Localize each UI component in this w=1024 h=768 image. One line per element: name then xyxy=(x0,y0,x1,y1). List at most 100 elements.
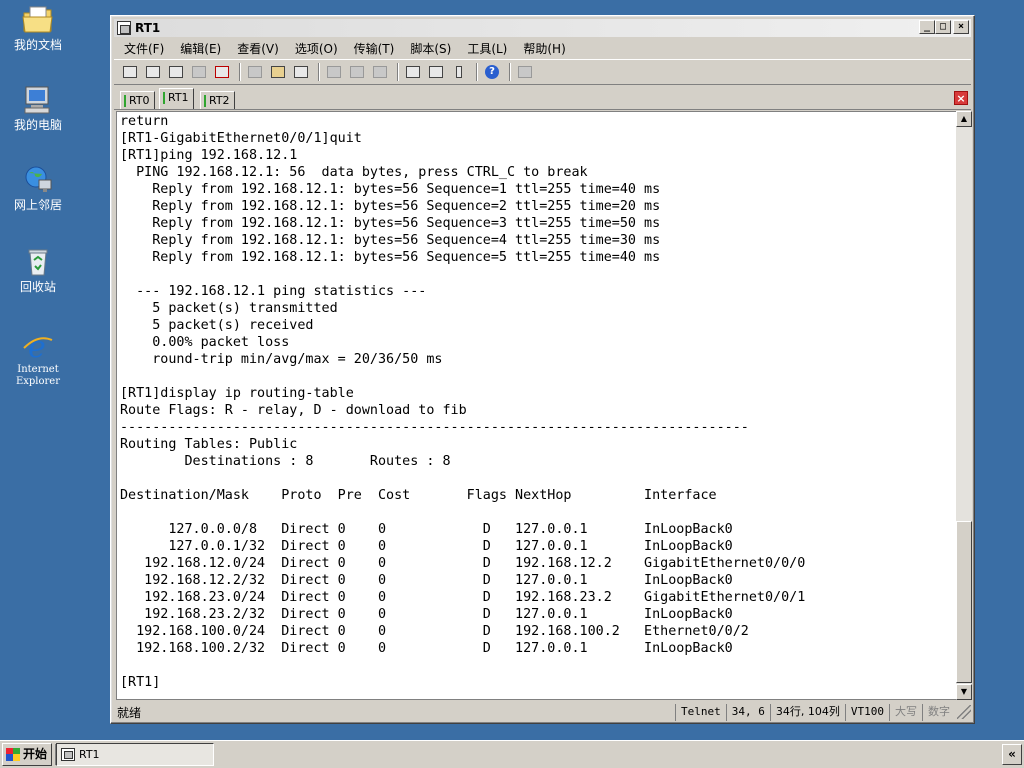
terminal-line: 192.168.100.2/32 Direct 0 0 D 127.0.0.1 … xyxy=(120,641,733,656)
help-icon[interactable]: ? xyxy=(482,63,502,81)
copy-icon[interactable] xyxy=(245,63,265,81)
status-size: 34行, 104列 xyxy=(769,703,845,721)
paste-icon[interactable] xyxy=(268,63,288,81)
start-label: 开始 xyxy=(23,747,48,761)
terminal-line: 192.168.23.0/24 Direct 0 0 D 192.168.23.… xyxy=(120,590,806,605)
desktop-icon-label-line1: Internet xyxy=(17,364,59,375)
connect-tab-icon[interactable] xyxy=(166,63,186,81)
menu-options[interactable]: 选项(O) xyxy=(295,40,338,57)
start-button[interactable]: 开始 xyxy=(2,743,52,766)
desktop-icon-my-computer[interactable]: 我的电脑 xyxy=(4,84,72,132)
disconnect-icon[interactable] xyxy=(212,63,232,81)
quick-connect-icon[interactable] xyxy=(143,63,163,81)
desktop-icon-network[interactable]: 网上邻居 xyxy=(4,164,72,212)
minimize-button[interactable]: _ xyxy=(919,20,935,34)
tab-rt2[interactable]: RT2 xyxy=(200,91,235,109)
taskbar-item-rt1[interactable]: RT1 xyxy=(56,743,214,766)
tray-expand-button[interactable]: « xyxy=(1002,744,1022,765)
close-tab-icon[interactable]: × xyxy=(954,91,968,105)
terminal-line: 192.168.23.2/32 Direct 0 0 D 127.0.0.1 I… xyxy=(120,607,733,622)
menu-tools[interactable]: 工具(L) xyxy=(467,40,507,57)
terminal-line: [RT1-GigabitEthernet0/0/1]quit xyxy=(120,131,362,146)
tab-label: RT1 xyxy=(168,91,189,104)
session-options-icon[interactable] xyxy=(403,63,423,81)
terminal-line: Reply from 192.168.12.1: bytes=56 Sequen… xyxy=(120,250,661,265)
status-caps: 大写 xyxy=(889,703,922,721)
menu-view[interactable]: 查看(V) xyxy=(237,40,279,57)
desktop-icon-internet-explorer[interactable]: e Internet Explorer xyxy=(4,330,72,388)
computer-icon xyxy=(21,84,55,116)
terminal-line: 127.0.0.1/32 Direct 0 0 D 127.0.0.1 InLo… xyxy=(120,539,733,554)
toolbar-separator xyxy=(509,63,511,81)
toolbar-separator xyxy=(397,63,399,81)
terminal-line: Reply from 192.168.12.1: bytes=56 Sequen… xyxy=(120,182,661,197)
desktop-icon-label: 我的文档 xyxy=(13,38,62,52)
status-bar: 就绪 Telnet 34, 6 34行, 104列 VT100 大写 数字 xyxy=(114,702,971,722)
terminal-line: return xyxy=(120,114,169,129)
terminal-app-icon xyxy=(61,748,75,761)
desktop-icon-recycle-bin[interactable]: 回收站 xyxy=(4,246,72,294)
window-titlebar[interactable]: RT1 _ □ × xyxy=(114,19,971,37)
sftp-icon[interactable] xyxy=(515,63,535,81)
toolbar-separator xyxy=(318,63,320,81)
terminal-line: 192.168.12.2/32 Direct 0 0 D 127.0.0.1 I… xyxy=(120,573,733,588)
print-setup-icon[interactable] xyxy=(347,63,367,81)
vertical-scrollbar[interactable]: ▲ ▼ xyxy=(956,111,972,700)
menu-file[interactable]: 文件(F) xyxy=(124,40,164,57)
desktop-icon-label: 网上邻居 xyxy=(13,198,62,212)
menu-edit[interactable]: 编辑(E) xyxy=(180,40,221,57)
tab-label: RT2 xyxy=(209,94,230,107)
print-screen-icon[interactable] xyxy=(370,63,390,81)
tab-label: RT0 xyxy=(129,94,150,107)
terminal-line: Reply from 192.168.12.1: bytes=56 Sequen… xyxy=(120,233,661,248)
toolbar-separator xyxy=(239,63,241,81)
internet-explorer-icon: e xyxy=(21,330,55,365)
menu-help[interactable]: 帮助(H) xyxy=(523,40,565,57)
connect-icon[interactable] xyxy=(120,63,140,81)
taskbar-item-label: RT1 xyxy=(79,748,100,761)
terminal-output[interactable]: return [RT1-GigabitEthernet0/0/1]quit [RT1… xyxy=(116,111,956,700)
tab-rt0[interactable]: RT0 xyxy=(120,91,155,109)
terminal-line: Reply from 192.168.12.1: bytes=56 Sequen… xyxy=(120,216,661,231)
svg-text:e: e xyxy=(28,330,46,362)
scroll-thumb[interactable] xyxy=(956,521,972,683)
menu-script[interactable]: 脚本(S) xyxy=(410,40,451,57)
global-options-icon[interactable] xyxy=(426,63,446,81)
terminal-line: round-trip min/avg/max = 20/36/50 ms xyxy=(120,352,443,367)
desktop-icon-label-line2: Explorer xyxy=(15,376,61,387)
scroll-up-arrow-icon[interactable]: ▲ xyxy=(956,111,972,127)
terminal-line: 0.00% packet loss xyxy=(120,335,290,350)
keymap-icon[interactable] xyxy=(449,63,469,81)
maximize-button[interactable]: □ xyxy=(935,20,951,34)
terminal-line: Reply from 192.168.12.1: bytes=56 Sequen… xyxy=(120,199,661,214)
toolbar-separator xyxy=(476,63,478,81)
desktop-icon-label: 我的电脑 xyxy=(13,118,62,132)
terminal-line: [RT1]display ip routing-table xyxy=(120,386,354,401)
menu-transfer[interactable]: 传输(T) xyxy=(354,40,395,57)
find-icon[interactable] xyxy=(291,63,311,81)
terminal-line: PING 192.168.12.1: 56 data bytes, press … xyxy=(120,165,588,180)
print-icon[interactable] xyxy=(324,63,344,81)
terminal-line: Routing Tables: Public xyxy=(120,437,298,452)
toolbar: ? xyxy=(114,59,971,85)
reconnect-icon[interactable] xyxy=(189,63,209,81)
terminal-line: ----------------------------------------… xyxy=(120,420,749,435)
window-title: RT1 xyxy=(135,21,161,35)
terminal-line: --- 192.168.12.1 ping statistics --- xyxy=(120,284,427,299)
status-cursor: 34, 6 xyxy=(725,703,770,721)
windows-flag-icon xyxy=(6,748,20,761)
status-emulation: VT100 xyxy=(844,703,889,721)
desktop-icon-my-documents[interactable]: 我的文档 xyxy=(4,4,72,52)
folder-icon xyxy=(21,4,55,36)
close-button[interactable]: × xyxy=(953,20,969,34)
status-protocol: Telnet xyxy=(675,703,726,721)
terminal-line: [RT1]ping 192.168.12.1 xyxy=(120,148,298,163)
resize-grip-icon[interactable] xyxy=(957,705,971,719)
tab-rt1[interactable]: RT1 xyxy=(159,88,194,109)
terminal-line: 5 packet(s) received xyxy=(120,318,314,333)
scroll-down-arrow-icon[interactable]: ▼ xyxy=(956,684,972,700)
